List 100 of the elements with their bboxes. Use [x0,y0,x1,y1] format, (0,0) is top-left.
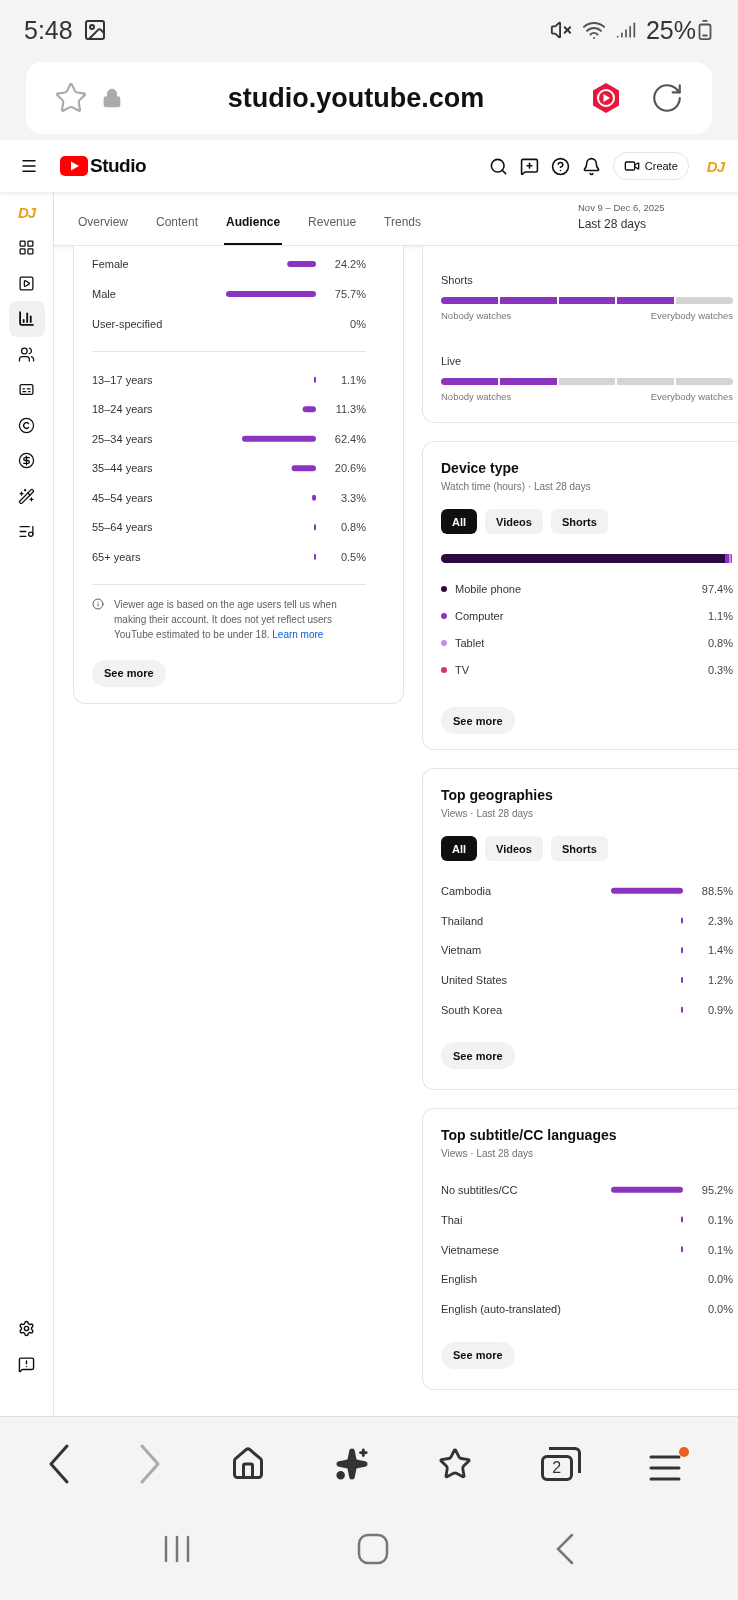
card-title: Device type [441,460,520,476]
date-range: Nov 9 – Dec 6, 2025 [578,202,665,213]
filter-chip[interactable]: All [441,509,478,534]
category-label: 65+ years [92,550,142,563]
star-icon[interactable] [54,81,88,115]
value-label: 88.5% [700,884,733,897]
url-text: studio.youtube.com [226,82,486,114]
category-label: 18–24 years [92,403,154,416]
search-icon[interactable] [488,156,508,176]
play-square-icon [18,274,35,292]
value-label: 24.2% [333,258,366,270]
bookmarks-button[interactable] [437,1446,472,1481]
home-nav-icon[interactable] [357,1533,389,1565]
signal-icon [615,20,636,40]
value-label: 0.0% [706,1303,733,1316]
category-label: 13–17 years [92,373,154,386]
value-label: 0.5% [339,550,366,563]
category-label: Female [92,258,130,270]
bell-icon[interactable] [581,156,601,176]
category-label: User-specified [92,318,164,330]
card-title: Top geographies [441,787,554,803]
category-label: United States [441,973,509,986]
dollar-icon [18,452,35,470]
percent-value: 0.8% [706,636,733,649]
video-plus-icon [623,158,640,174]
scale-caption: Everybody watches [650,310,733,321]
bar [611,1187,683,1194]
tab[interactable]: Revenue [306,192,359,245]
filter-chip[interactable]: All [441,836,478,861]
sparkles-button[interactable] [334,1446,369,1481]
category-label: No subtitles/CC [441,1184,519,1197]
card-subtitle: Views · Last 28 days [441,1148,535,1160]
menu-icon[interactable] [20,157,38,175]
sidebar-item[interactable] [8,301,45,337]
category-label: English (auto-translated) [441,1303,562,1316]
see-more-button[interactable]: See more [441,1341,515,1369]
tab[interactable]: Overview [76,192,130,245]
battery-percent: 25% [645,15,696,45]
filter-chip[interactable]: Videos [485,509,543,534]
address-bar[interactable]: studio.youtube.com [26,62,712,134]
menu-icon [649,1454,682,1481]
comment-plus-icon[interactable] [519,156,539,176]
card-title: Top subtitle/CC languages [441,1127,618,1144]
value-label: 3.3% [339,491,366,504]
dashboard-icon [18,239,35,257]
back-button[interactable] [48,1443,71,1484]
bar [287,261,316,267]
value-label: 0% [349,318,366,330]
value-label: 0.8% [339,521,366,534]
clock-time: 5:48 [24,15,73,45]
value-label: 62.4% [333,432,366,445]
back-icon [48,1443,71,1484]
people-icon [18,345,35,363]
percent-value: 97.4% [700,582,733,595]
filter-chip[interactable]: Shorts [550,509,608,534]
category-label: Thailand [441,914,485,927]
category-label: Male [92,288,117,300]
category-label: 55–64 years [92,521,154,534]
age-note: Viewer age is based on the age users tell us when making their account. It does not yet reflect users YouTube estimated to be under 18. Learn more [114,597,338,642]
hexagon-play-icon[interactable] [590,82,622,114]
date-preset: Last 28 days [578,217,647,231]
scale-caption: Nobody watches [441,391,512,402]
category-label: 45–54 years [92,491,154,504]
star-icon [437,1446,472,1481]
reload-icon[interactable] [650,81,684,115]
row-label: Mobile phone [455,582,523,595]
category-label: English [441,1273,479,1286]
see-more-button[interactable]: See more [92,659,166,687]
info-icon [92,597,104,610]
settings-icon [18,1320,35,1338]
tab[interactable]: Trends [382,192,423,245]
menu-button[interactable] [649,1446,690,1481]
date-range-picker[interactable]: Nov 9 – Dec 6, 2025 Last 28 days [578,192,738,245]
category-label: Cambodia [441,884,493,897]
value-label: 0.0% [706,1273,733,1286]
tabs-button[interactable]: 2 [540,1446,581,1481]
see-more-button[interactable]: See more [441,1042,515,1070]
category-label: Vietnamese [441,1243,500,1256]
row-label: Computer [455,609,505,622]
value-label: 75.7% [333,288,366,300]
gallery-icon [82,18,107,42]
value-label: 20.6% [333,462,366,475]
play-logo-icon[interactable] [60,156,88,176]
filter-chip[interactable]: Shorts [550,836,608,861]
tab[interactable]: Content [154,192,201,245]
create-button[interactable]: Create [612,152,689,180]
category-label: 35–44 years [92,462,154,475]
learn-more-link[interactable]: Learn more [272,628,324,640]
feedback-icon [18,1355,35,1373]
value-label: 1.2% [706,973,733,986]
magic-wand-icon [18,487,35,505]
scale-caption: Everybody watches [650,391,733,402]
help-icon[interactable] [550,156,570,176]
row-label: TV [455,663,471,676]
see-more-button[interactable]: See more [441,707,515,734]
product-name: Studio [90,155,147,177]
filter-chip[interactable]: Videos [485,836,543,861]
row-label: Tablet [455,636,486,649]
value-label: 0.1% [706,1243,733,1256]
format-label: Shorts [441,274,473,286]
